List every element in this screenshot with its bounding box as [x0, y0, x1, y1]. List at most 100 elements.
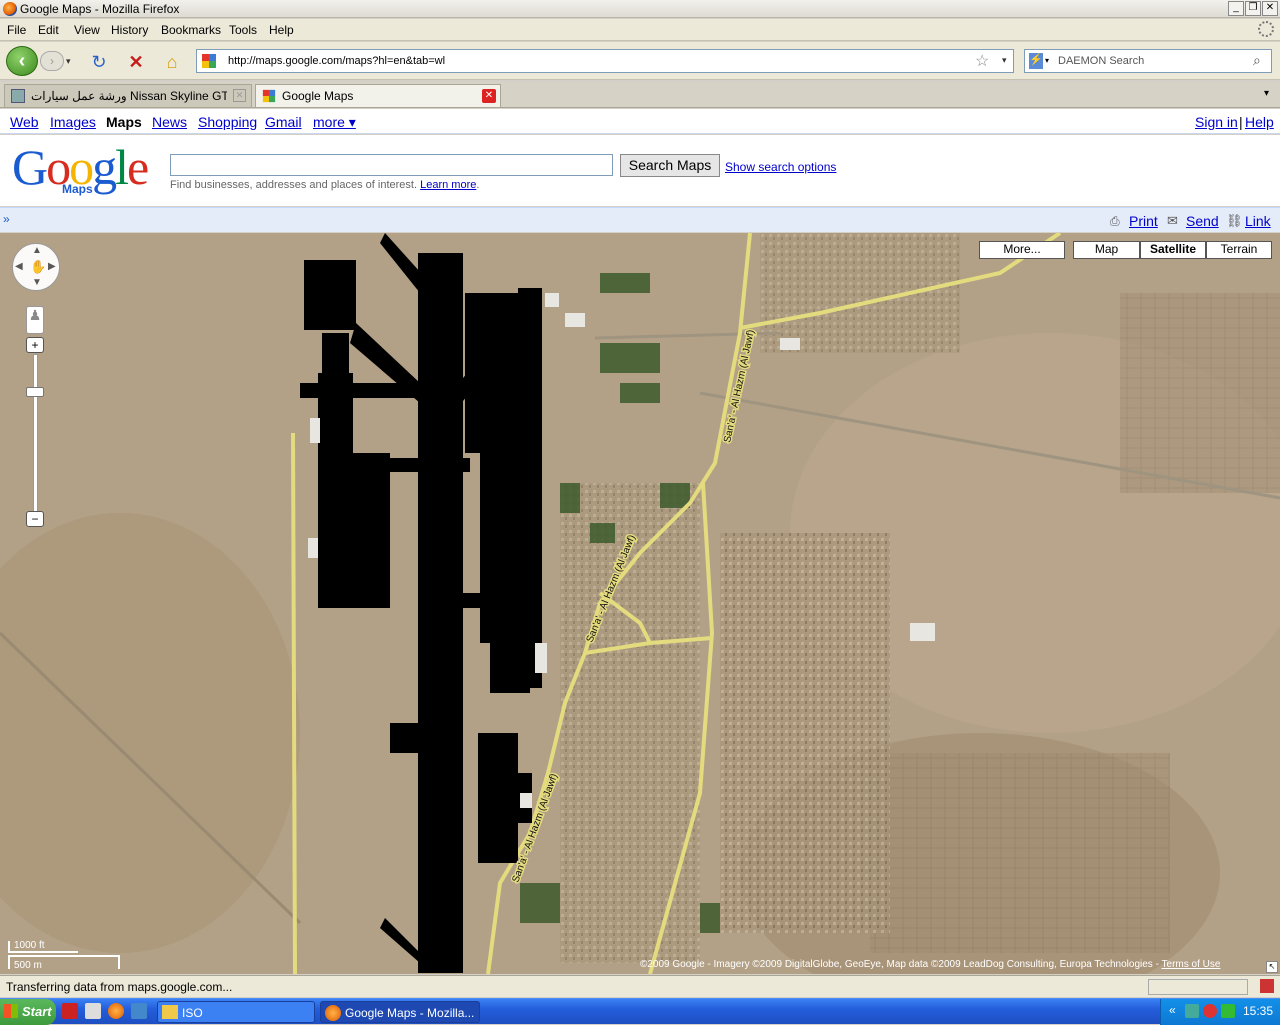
taskbar-item-label: Google Maps - Mozilla... — [345, 1006, 475, 1020]
quicklaunch-firefox-icon[interactable] — [108, 1003, 124, 1019]
stop-button[interactable]: ✕ — [126, 52, 146, 72]
learn-more-link[interactable]: Learn more — [420, 179, 476, 191]
throbber-icon — [1258, 21, 1274, 37]
map-type-map[interactable]: Map — [1073, 241, 1140, 259]
security-icon[interactable] — [1203, 1004, 1217, 1018]
title-bar: Google Maps - Mozilla Firefox _ ❐ ✕ — [0, 0, 1280, 18]
hand-icon: ✋ — [30, 259, 47, 274]
zoom-slider-handle[interactable] — [26, 387, 44, 397]
status-text: Transferring data from maps.google.com..… — [6, 980, 233, 994]
search-magnifier-icon[interactable]: ⌕ — [1253, 52, 1261, 69]
window-title: Google Maps - Mozilla Firefox — [20, 2, 180, 16]
windows-taskbar: Start ISO Google Maps - Mozilla... « 15:… — [0, 998, 1280, 1025]
update-icon[interactable] — [1221, 1004, 1235, 1018]
hint-text: Find businesses, addresses and places of… — [170, 179, 418, 191]
url-text: http://maps.google.com/maps?hl=en&tab=wl — [228, 55, 446, 67]
logo-sub: Maps — [62, 182, 93, 196]
pan-left-icon[interactable]: ◀ — [15, 261, 23, 272]
print-link[interactable]: Print — [1129, 213, 1158, 229]
search-placeholder: DAEMON Search — [1058, 55, 1145, 67]
gbar-news[interactable]: News — [152, 114, 187, 130]
close-tab-icon[interactable]: ✕ — [482, 89, 496, 103]
satellite-map[interactable]: San'a' - Al Hazm (Al Jawf) San'a' - Al H… — [0, 233, 1280, 974]
google-favicon-icon — [262, 89, 276, 103]
progress-bar — [1148, 979, 1248, 995]
quicklaunch-ie-icon[interactable] — [131, 1003, 147, 1019]
help-link[interactable]: Help — [1245, 114, 1274, 130]
back-button[interactable]: ‹ — [6, 46, 38, 76]
link-icon: ⛓ — [1226, 213, 1243, 228]
gbar-web[interactable]: Web — [10, 114, 39, 130]
map-toolbar: » ⎙ Print ✉ Send ⛓ Link — [0, 207, 1280, 232]
terms-link[interactable]: Terms of Use — [1162, 959, 1221, 970]
maximize-button[interactable]: ❐ — [1245, 1, 1261, 16]
map-type-terrain[interactable]: Terrain — [1206, 241, 1272, 259]
taskbar-item-firefox[interactable]: Google Maps - Mozilla... — [320, 1001, 480, 1023]
more-button[interactable]: More... — [979, 241, 1065, 259]
history-dropdown-icon[interactable]: ▾ — [66, 56, 71, 67]
quicklaunch-app-icon[interactable] — [62, 1003, 78, 1019]
overview-toggle-icon[interactable]: ↖ — [1266, 961, 1278, 973]
menu-file[interactable]: File — [7, 23, 26, 37]
tray-expand-icon[interactable]: « — [1169, 1003, 1176, 1017]
show-search-options-link[interactable]: Show search options — [725, 160, 836, 174]
daemon-engine-icon[interactable]: ⚡ — [1029, 53, 1043, 69]
search-engine-box[interactable]: ⚡ ▾ DAEMON Search ⌕ — [1024, 49, 1272, 73]
pan-down-icon[interactable]: ▼ — [32, 277, 42, 288]
menu-history[interactable]: History — [111, 23, 148, 37]
link-link[interactable]: Link — [1245, 213, 1271, 229]
tab-label: ورشة عمل سيارات Nissan Skyline GTR... — [31, 89, 227, 103]
pan-right-icon[interactable]: ▶ — [48, 261, 56, 272]
menu-edit[interactable]: Edit — [38, 23, 59, 37]
sign-in-link[interactable]: Sign in — [1195, 114, 1238, 130]
forward-button[interactable]: › — [40, 51, 64, 71]
zoom-in-button[interactable]: + — [26, 337, 44, 353]
start-label: Start — [22, 1004, 52, 1019]
gbar-shopping[interactable]: Shopping — [198, 114, 257, 130]
send-link[interactable]: Send — [1186, 213, 1219, 229]
scale-ft-label: 1000 ft — [14, 940, 45, 951]
maps-header: Google Maps Search Maps Show search opti… — [0, 135, 1280, 206]
home-button[interactable]: ⌂ — [162, 52, 182, 72]
search-maps-button[interactable]: Search Maps — [620, 154, 720, 177]
gbar-more[interactable]: more ▾ — [313, 114, 356, 131]
list-tabs-icon[interactable]: ▾ — [1264, 88, 1269, 99]
gbar-separator: | — [1239, 114, 1243, 130]
firefox-icon — [325, 1005, 341, 1021]
url-dropdown-icon[interactable]: ▾ — [1002, 55, 1007, 66]
expand-panel-button[interactable]: » — [3, 212, 10, 226]
gbar-maps: Maps — [106, 114, 142, 130]
zoom-out-button[interactable]: − — [26, 511, 44, 527]
pan-up-icon[interactable]: ▲ — [32, 245, 42, 256]
bookmark-star-icon[interactable]: ☆ — [975, 51, 989, 71]
engine-dropdown-icon[interactable]: ▾ — [1045, 56, 1049, 65]
tab-nissan[interactable]: ورشة عمل سيارات Nissan Skyline GTR... ✕ — [4, 84, 252, 107]
zoom-slider-track[interactable] — [33, 354, 38, 519]
quicklaunch-calendar-icon[interactable] — [85, 1003, 101, 1019]
clock[interactable]: 15:35 — [1243, 1004, 1273, 1018]
status-alert-icon[interactable] — [1260, 979, 1274, 993]
taskbar-item-iso[interactable]: ISO — [157, 1001, 315, 1023]
map-type-satellite[interactable]: Satellite — [1140, 241, 1206, 259]
map-copyright: ©2009 Google - Imagery ©2009 DigitalGlob… — [640, 959, 1220, 970]
menu-view[interactable]: View — [74, 23, 100, 37]
network-icon[interactable] — [1185, 1004, 1199, 1018]
gbar-images[interactable]: Images — [50, 114, 96, 130]
gbar-gmail[interactable]: Gmail — [265, 114, 302, 130]
menu-bookmarks[interactable]: Bookmarks — [161, 23, 221, 37]
reload-button[interactable]: ↻ — [89, 52, 109, 72]
status-bar: Transferring data from maps.google.com..… — [0, 975, 1280, 997]
close-window-button[interactable]: ✕ — [1262, 1, 1278, 16]
menu-tools[interactable]: Tools — [229, 23, 257, 37]
menu-help[interactable]: Help — [269, 23, 294, 37]
tab-google-maps[interactable]: Google Maps ✕ — [255, 84, 501, 107]
pan-control[interactable]: ▲ ◀ ▶ ▼ ✋ — [12, 243, 60, 291]
close-tab-icon[interactable]: ✕ — [233, 89, 246, 102]
minimize-button[interactable]: _ — [1228, 1, 1244, 16]
start-button[interactable]: Start — [0, 999, 56, 1025]
maps-search-input[interactable] — [170, 154, 613, 176]
google-favicon-icon — [202, 54, 216, 68]
pegman-icon[interactable]: ♟ — [26, 306, 44, 334]
url-bar[interactable]: http://maps.google.com/maps?hl=en&tab=wl… — [196, 49, 1014, 73]
taskbar-item-label: ISO — [182, 1006, 203, 1020]
